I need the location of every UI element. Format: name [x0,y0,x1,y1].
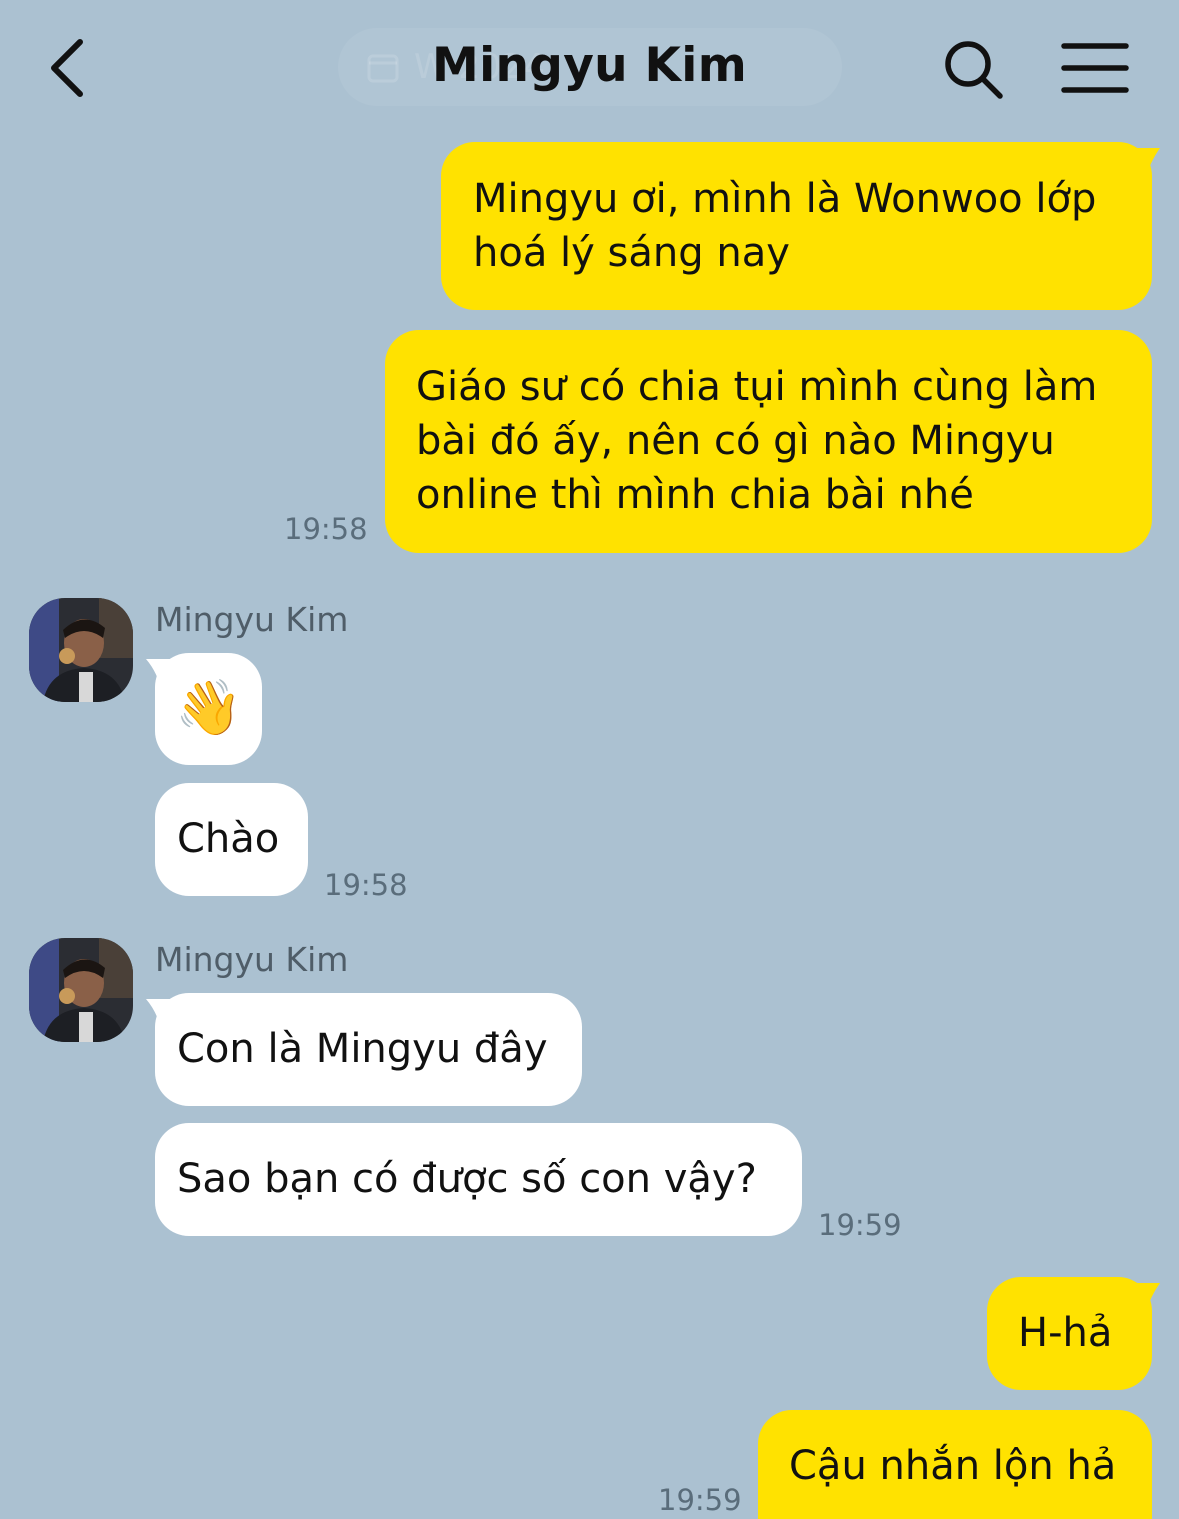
my-message-bubble[interactable]: Cậu nhắn lộn hả [758,1410,1152,1519]
profile-photo [29,598,133,702]
back-button[interactable] [40,34,100,102]
chat-header: W 2024 Mingyu Kim [0,0,1179,135]
hamburger-menu-icon [1061,43,1129,93]
their-message-bubble[interactable]: 👋 [155,653,262,765]
my-message-bubble[interactable]: H-hả [987,1277,1152,1390]
search-icon [945,41,1003,99]
their-message-bubble[interactable]: Chào [155,783,308,896]
message-timestamp: 19:58 [284,512,368,546]
sender-name: Mingyu Kim [155,600,349,639]
calendar-icon [367,54,399,83]
my-message-bubble[interactable]: Mingyu ơi, mình là Wonwoo lớp hoá lý sán… [441,142,1152,310]
message-text: Con là Mingyu đây [177,1026,548,1072]
search-button[interactable] [940,36,1006,102]
message-text: H-hả [1018,1310,1113,1356]
message-text: Chào [177,816,280,862]
message-line: online thì mình chia bài nhé [416,472,974,518]
avatar[interactable] [29,938,133,1042]
message-line: Giáo sư có chia tụi mình cùng làm [416,364,1098,410]
date-indicator-pill: W 2024 [338,28,842,106]
message-line: bài đó ấy, nên có gì nào Mingyu [416,418,1055,464]
profile-photo [29,938,133,1042]
their-message-bubble[interactable]: Sao bạn có được số con vậy? [155,1123,802,1236]
sender-name: Mingyu Kim [155,940,349,979]
message-text: Cậu nhắn lộn hả [789,1443,1117,1489]
menu-button[interactable] [1060,42,1130,96]
waving-hand-emoji: 👋 [175,676,243,739]
message-timestamp: 19:59 [818,1208,902,1242]
message-timestamp: 19:59 [658,1483,742,1517]
message-line: Mingyu ơi, mình là Wonwoo lớp [473,176,1097,222]
message-line: hoá lý sáng nay [473,230,790,276]
avatar[interactable] [29,598,133,702]
their-message-bubble[interactable]: Con là Mingyu đây [155,993,582,1106]
my-message-bubble[interactable]: Giáo sư có chia tụi mình cùng làm bài đó… [385,330,1152,553]
message-text: Sao bạn có được số con vậy? [177,1156,757,1202]
date-indicator-text: W 2024 [414,47,545,87]
chevron-left-icon [51,39,83,97]
message-timestamp: 19:58 [324,868,408,902]
